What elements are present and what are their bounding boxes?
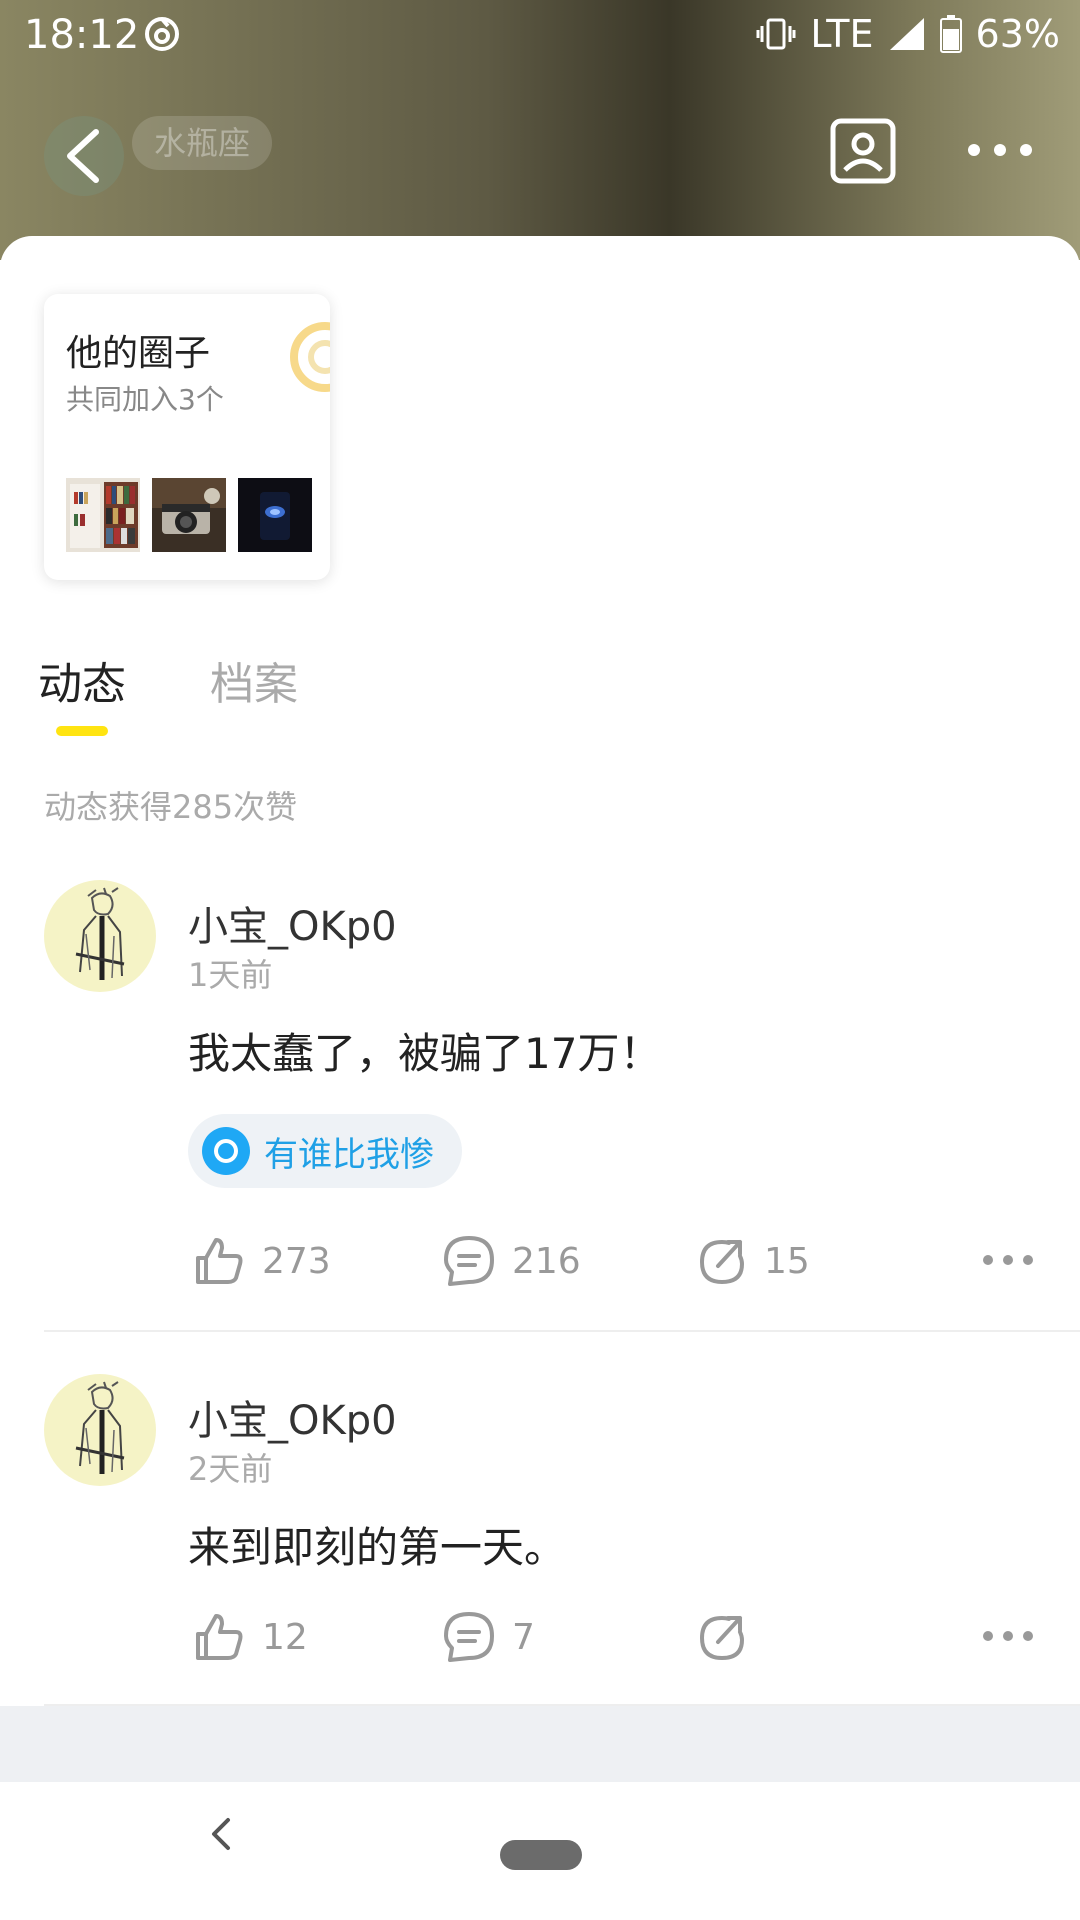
avatar-guitarist-icon <box>75 887 125 980</box>
back-button[interactable] <box>44 116 124 196</box>
share-button[interactable] <box>694 1610 764 1664</box>
circles-subtitle: 共同加入3个 <box>66 383 224 416</box>
topic-icon <box>202 1127 250 1175</box>
like-count: 273 <box>262 1240 331 1282</box>
post-time: 1天前 <box>188 956 273 994</box>
avatar[interactable] <box>44 1374 156 1486</box>
comment-count: 216 <box>512 1240 581 1282</box>
comment-button[interactable]: 216 <box>442 1234 581 1288</box>
circles-card[interactable]: 他的圈子 共同加入3个 <box>44 294 330 580</box>
profile-card-icon[interactable] <box>830 118 896 184</box>
circle-thumbnail-camera[interactable] <box>152 478 226 552</box>
share-icon <box>699 1239 745 1285</box>
tab-feed[interactable]: 动态 <box>38 648 126 712</box>
profile-tabs: 动态 档案 <box>0 640 1080 740</box>
thumbs-up-icon <box>196 1614 243 1660</box>
more-options-icon[interactable] <box>960 130 1040 170</box>
vibrate-icon <box>756 18 796 50</box>
avatar-guitarist-icon <box>75 1381 125 1474</box>
chevron-left-icon <box>67 129 99 183</box>
post-more-icon[interactable] <box>980 1250 1036 1270</box>
post-more-icon[interactable] <box>980 1626 1036 1646</box>
status-time: 18:12 <box>24 12 140 58</box>
comment-count: 7 <box>512 1616 535 1658</box>
tab-profile-info[interactable]: 档案 <box>210 648 298 712</box>
avatar[interactable] <box>44 880 156 992</box>
topic-tag[interactable]: 有谁比我惨 <box>188 1114 462 1188</box>
signal-icon <box>889 18 924 50</box>
circle-thumbnail-phone[interactable] <box>238 478 312 552</box>
likes-summary: 动态获得285次赞 <box>44 788 298 826</box>
battery-icon <box>939 15 962 53</box>
system-navigation-bar <box>0 1782 1080 1920</box>
comment-icon <box>444 1236 494 1286</box>
app-notification-icon <box>145 17 179 51</box>
feed-end-area <box>0 1706 1080 1782</box>
network-type: LTE <box>810 12 874 56</box>
post-content: 我太蠢了，被骗了17万！ <box>188 1029 662 1078</box>
comment-icon <box>444 1612 494 1662</box>
share-icon <box>699 1615 745 1661</box>
status-bar: 18:12 LTE 63% <box>0 0 1080 70</box>
like-button[interactable]: 12 <box>192 1610 308 1664</box>
active-tab-indicator <box>56 726 108 736</box>
comment-button[interactable]: 7 <box>442 1610 535 1664</box>
post-time: 2天前 <box>188 1450 273 1488</box>
like-button[interactable]: 273 <box>192 1234 331 1288</box>
share-button[interactable]: 15 <box>694 1234 810 1288</box>
topic-label: 有谁比我惨 <box>264 1134 434 1175</box>
circles-title: 他的圈子 <box>66 333 211 374</box>
post-content: 来到即刻的第一天。 <box>188 1523 567 1572</box>
system-back-icon[interactable] <box>206 1814 236 1854</box>
post-author[interactable]: 小宝_OKp0 <box>188 1388 397 1446</box>
circle-decoration <box>290 322 330 392</box>
thumbs-up-icon <box>196 1238 243 1284</box>
like-count: 12 <box>262 1616 308 1658</box>
status-right: LTE 63% <box>756 12 1060 56</box>
zodiac-tag: 水瓶座 <box>132 116 273 170</box>
share-count: 15 <box>764 1240 810 1282</box>
system-home-pill[interactable] <box>500 1840 582 1870</box>
post-divider <box>44 1330 1080 1332</box>
post-author[interactable]: 小宝_OKp0 <box>188 894 397 952</box>
circle-thumbnail-bookshelf[interactable] <box>66 478 140 552</box>
battery-percent: 63% <box>975 12 1060 56</box>
